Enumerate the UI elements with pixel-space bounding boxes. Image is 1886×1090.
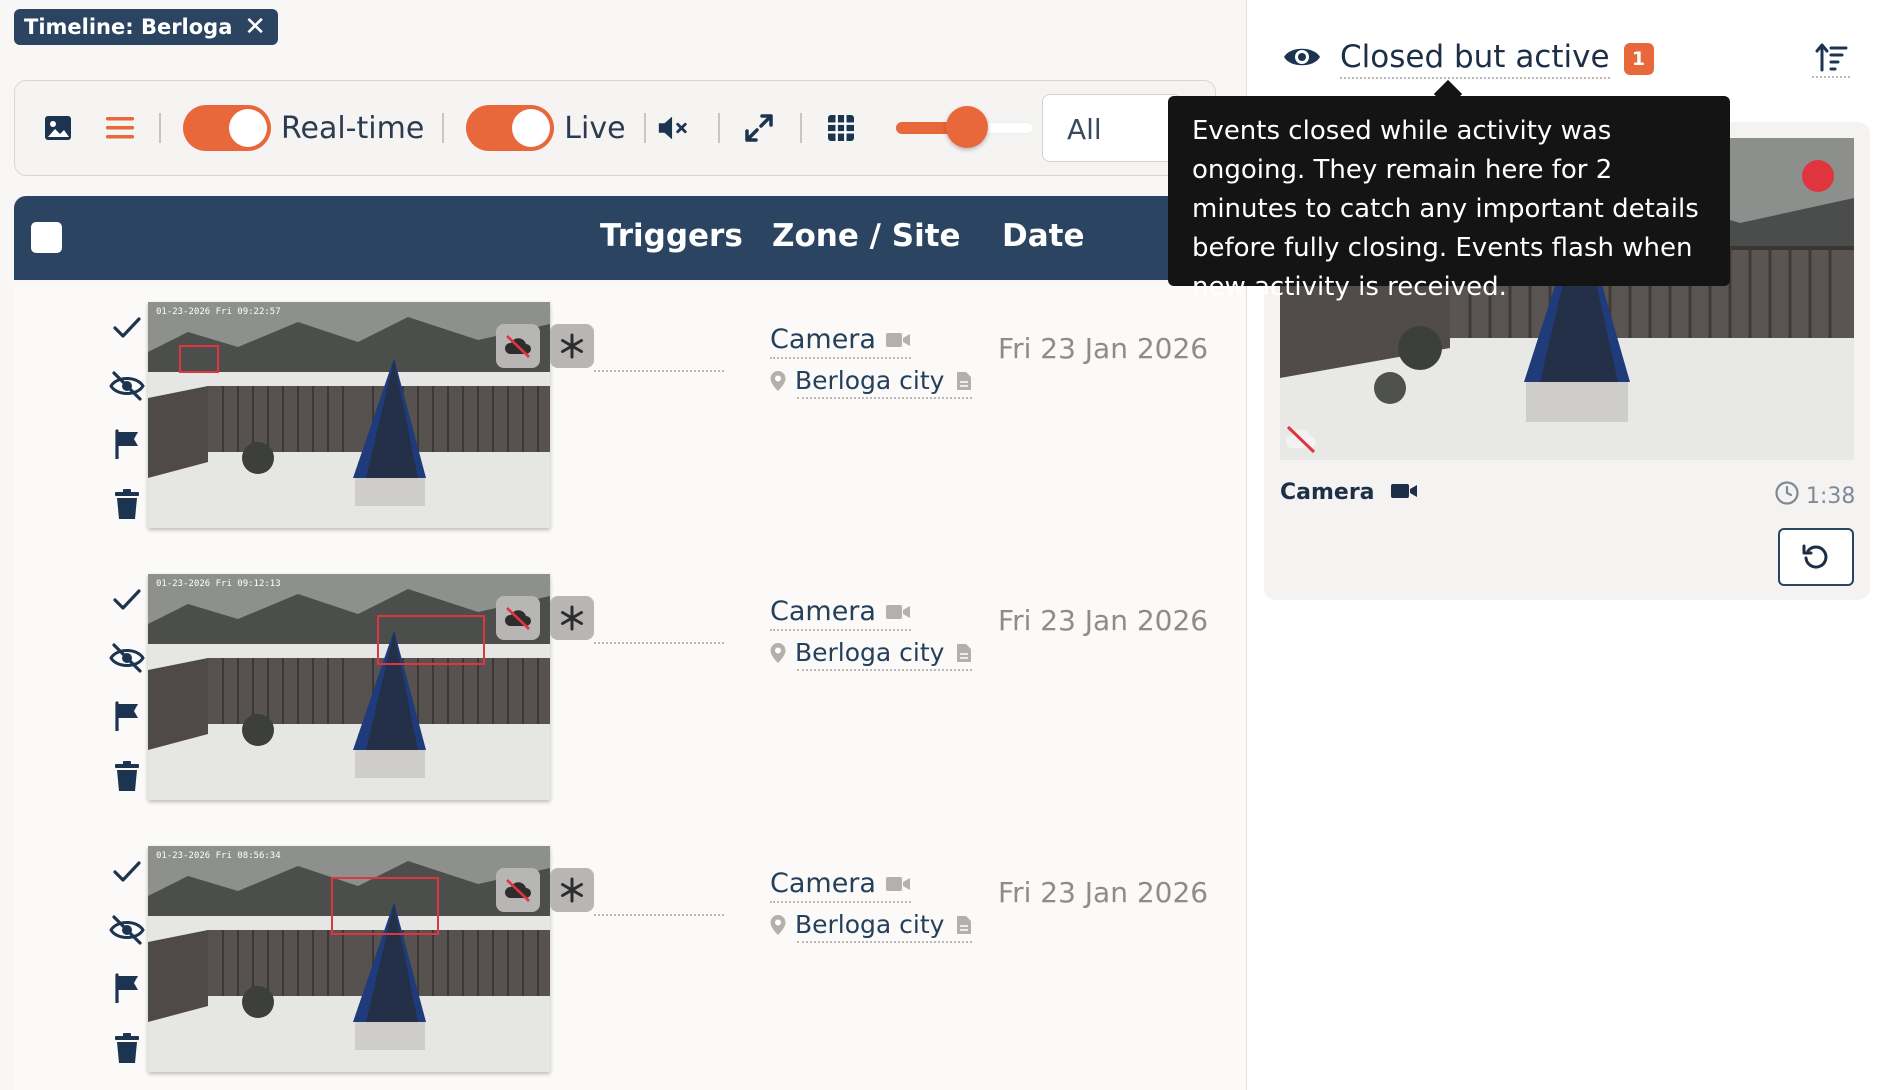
video-camera-icon (1390, 480, 1418, 505)
close-icon[interactable]: ✕ (244, 14, 266, 40)
site-label: Berloga city (795, 910, 945, 939)
mute-icon[interactable] (656, 111, 690, 145)
camera-link[interactable]: Camera (770, 868, 911, 903)
event-thumbnail[interactable]: 01-23-2026 Fri 09:22:57 (148, 302, 550, 528)
count-badge: 1 (1623, 43, 1654, 75)
refresh-icon (1802, 544, 1828, 569)
event-date: Fri 23 Jan 2026 (998, 604, 1209, 637)
card-camera[interactable]: Camera (1280, 480, 1418, 505)
location-pin-icon (770, 371, 786, 391)
trigger-motion[interactable] (550, 868, 594, 912)
table-header: Triggers Zone / Site Date (14, 196, 1246, 280)
trigger-underline (594, 914, 724, 916)
trigger-motion[interactable] (550, 324, 594, 368)
column-zone-site[interactable]: Zone / Site (772, 218, 961, 254)
trigger-underline (594, 370, 724, 372)
trigger-cloud-off[interactable] (496, 324, 540, 368)
camera-label: Camera (770, 324, 876, 355)
separator (717, 113, 720, 143)
site-link[interactable]: Berloga city (770, 638, 973, 671)
camera-link[interactable]: Camera (770, 324, 911, 359)
event-date: Fri 23 Jan 2026 (998, 332, 1209, 365)
card-camera-label: Camera (1280, 480, 1375, 505)
site-link[interactable]: Berloga city (770, 366, 973, 399)
location-pin-icon (770, 643, 786, 663)
separator (159, 113, 161, 143)
site-label: Berloga city (795, 366, 945, 395)
asterisk-icon (561, 877, 583, 903)
trigger-underline (594, 642, 724, 644)
card-time-value: 1:38 (1806, 483, 1856, 509)
asterisk-icon (561, 605, 583, 631)
cloud-off-icon (504, 335, 531, 358)
grid-icon[interactable] (824, 111, 858, 145)
document-icon (957, 644, 972, 662)
trigger-motion[interactable] (550, 596, 594, 640)
live-toggle[interactable] (466, 105, 555, 151)
event-thumbnail[interactable]: 01-23-2026 Fri 08:56:34 (148, 846, 550, 1072)
sort-icon[interactable] (1814, 40, 1848, 78)
panel-header: Closed but active 1 (1282, 34, 1654, 84)
column-date[interactable]: Date (1002, 218, 1085, 254)
info-tooltip: Events closed while activity was ongoing… (1168, 96, 1730, 302)
realtime-label: Real-time (281, 110, 425, 146)
site-label: Berloga city (795, 638, 945, 667)
list-view-icon[interactable] (103, 111, 137, 145)
separator (643, 113, 646, 143)
image-view-icon[interactable] (41, 111, 75, 145)
filter-select[interactable]: All (1042, 94, 1182, 162)
no-cloud-icon (1284, 424, 1318, 458)
video-camera-icon (885, 333, 910, 347)
site-link[interactable]: Berloga city (770, 910, 973, 943)
refresh-button[interactable] (1778, 528, 1854, 586)
event-thumbnail[interactable]: 01-23-2026 Fri 09:12:13 (148, 574, 550, 800)
camera-label: Camera (770, 596, 876, 627)
video-camera-icon (885, 877, 910, 891)
panel-title[interactable]: Closed but active (1340, 39, 1610, 79)
table-row[interactable]: 01-23-2026 Fri 08:56:34 Camera Berloga c… (14, 828, 1246, 1090)
sort-underline (1812, 76, 1850, 78)
live-label: Live (564, 110, 626, 146)
table-row[interactable]: 01-23-2026 Fri 09:12:13 Camera Berloga c… (14, 556, 1246, 828)
recording-indicator (1802, 160, 1834, 192)
video-camera-icon (885, 605, 910, 619)
trigger-cloud-off[interactable] (496, 868, 540, 912)
separator (442, 113, 445, 143)
clock-icon (1774, 480, 1800, 512)
toolbar: Real-time Live (14, 80, 1216, 176)
separator (799, 113, 802, 143)
cloud-off-icon (504, 879, 531, 902)
timeline-tab-title: Timeline: Berloga (24, 15, 233, 39)
column-triggers[interactable]: Triggers (600, 218, 743, 254)
card-duration: 1:38 (1774, 480, 1855, 512)
thumbnail-size-slider[interactable] (895, 106, 1034, 148)
document-icon (957, 372, 972, 390)
timeline-tab[interactable]: Timeline: Berloga ✕ (14, 9, 278, 45)
select-all-checkbox[interactable] (31, 222, 62, 253)
svg-text:01-23-2026 Fri 09:22:57: 01-23-2026 Fri 09:22:57 (156, 307, 281, 317)
event-date: Fri 23 Jan 2026 (998, 876, 1209, 909)
document-icon (957, 916, 972, 934)
svg-text:01-23-2026 Fri 08:56:34: 01-23-2026 Fri 08:56:34 (156, 851, 281, 861)
camera-link[interactable]: Camera (770, 596, 911, 631)
cloud-off-icon (504, 607, 531, 630)
svg-text:01-23-2026 Fri 09:12:13: 01-23-2026 Fri 09:12:13 (156, 579, 281, 589)
table-row[interactable]: 01-23-2026 Fri 09:22:57 Camera Berloga c… (14, 284, 1246, 556)
location-pin-icon (770, 915, 786, 935)
eye-icon (1282, 42, 1322, 76)
realtime-toggle[interactable] (183, 105, 271, 151)
fullscreen-icon[interactable] (742, 111, 776, 145)
asterisk-icon (561, 333, 583, 359)
trigger-cloud-off[interactable] (496, 596, 540, 640)
camera-label: Camera (770, 868, 876, 899)
